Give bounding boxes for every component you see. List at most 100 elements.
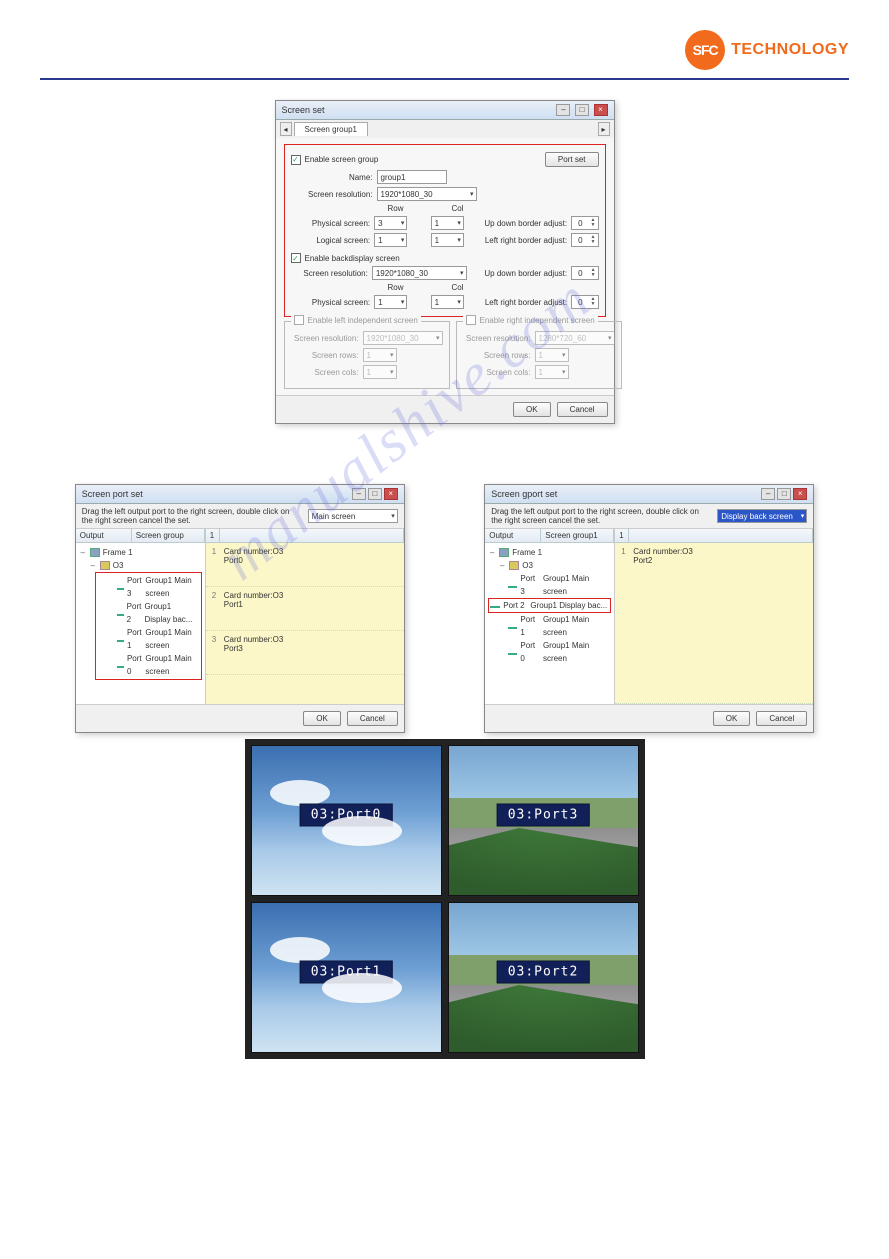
port-set-left-ok-button[interactable]: OK: [303, 711, 341, 726]
screen-set-cancel-button[interactable]: Cancel: [557, 402, 608, 417]
enable-screen-group-checkbox[interactable]: ✓: [291, 155, 301, 165]
back-ud-border-value: 0: [572, 269, 588, 278]
port-set-right-ok-button[interactable]: OK: [713, 711, 751, 726]
tree-port-node[interactable]: Port 0Group1 Main screen: [488, 639, 611, 665]
screen-resolution-select[interactable]: 1920*1080_30▾: [377, 187, 477, 201]
tab-screen-group1[interactable]: Screen group1: [294, 122, 368, 136]
tree-card-node[interactable]: –O3: [488, 559, 611, 572]
maximize-icon[interactable]: □: [368, 488, 382, 500]
right-ind-cols-label: Screen cols:: [463, 368, 535, 377]
close-icon[interactable]: ×: [594, 104, 608, 116]
slot-port: Port3: [224, 644, 243, 653]
spinner-down-icon[interactable]: ▼: [589, 302, 598, 307]
port-icon: [508, 653, 517, 655]
tree-port-node[interactable]: Port 2Group1 Display bac...: [488, 598, 611, 613]
port-set-right-screen-select[interactable]: Display back screen▾: [717, 509, 807, 523]
screen-port-set-dialog-left: Screen port set –□× Drag the left output…: [75, 484, 405, 733]
tree-frame-node[interactable]: –Frame 1: [488, 546, 611, 559]
tree-port-group: Group1 Main screen: [145, 626, 199, 652]
chevron-down-icon: ▾: [391, 512, 395, 520]
physical-col-value: 1: [435, 219, 439, 228]
name-input[interactable]: group1: [377, 170, 447, 184]
tree-port-label: Port 3: [520, 572, 540, 598]
back-physical-col-value: 1: [435, 298, 439, 307]
screen-resolution-value: 1920*1080_30: [381, 190, 433, 199]
tree-port-label: Port 2: [503, 599, 524, 612]
col-header: Col: [439, 204, 477, 213]
right-ind-res-label: Screen resolution:: [463, 334, 535, 343]
slot-port: Port2: [633, 556, 652, 565]
window-controls: – □ ×: [554, 104, 607, 116]
right-ind-rows-label: Screen rows:: [463, 351, 535, 360]
ud-border-value: 0: [572, 219, 588, 228]
spinner-down-icon[interactable]: ▼: [589, 240, 598, 245]
screen-slot[interactable]: 3Card number:O3Port3: [206, 631, 404, 675]
tree-header-group: Screen group: [132, 529, 205, 542]
logical-row-select[interactable]: 1▾: [374, 233, 407, 247]
tree-port-node[interactable]: Port 1Group1 Main screen: [488, 613, 611, 639]
lr-border-label: Left right border adjust:: [474, 236, 571, 245]
page-header: SFC TECHNOLOGY: [40, 30, 849, 80]
tree-frame-node[interactable]: –Frame 1: [79, 546, 202, 559]
logical-col-select[interactable]: 1▾: [431, 233, 464, 247]
tree-port-node[interactable]: Port 3Group1 Main screen: [97, 574, 200, 600]
back-resolution-select[interactable]: 1920*1080_30▾: [372, 266, 467, 280]
enable-right-independent-checkbox[interactable]: [466, 315, 476, 325]
back-lr-border-value: 0: [572, 298, 588, 307]
physical-row-select[interactable]: 3▾: [374, 216, 407, 230]
tree-port-node[interactable]: Port 1Group1 Main screen: [97, 626, 200, 652]
minimize-icon[interactable]: –: [352, 488, 366, 500]
right-ind-res-select: 1280*720_60▾: [535, 331, 615, 345]
chevron-down-icon: ▾: [457, 236, 461, 244]
back-lr-border-spinner[interactable]: 0▲▼: [571, 295, 598, 309]
close-icon[interactable]: ×: [793, 488, 807, 500]
physical-col-select[interactable]: 1▾: [431, 216, 464, 230]
maximize-icon[interactable]: □: [575, 104, 589, 116]
port-set-left-screen-select[interactable]: Main screen ▾: [308, 509, 398, 523]
back-physical-col-select[interactable]: 1▾: [431, 295, 464, 309]
tree-card-node[interactable]: –O3: [79, 559, 202, 572]
maximize-icon[interactable]: □: [777, 488, 791, 500]
right-ind-rows-value: 1: [539, 351, 543, 360]
port-icon: [508, 627, 517, 629]
left-ind-cols-value: 1: [367, 368, 371, 377]
right-ind-res-value: 1280*720_60: [539, 334, 587, 343]
port-icon: [117, 614, 124, 616]
lr-border-spinner[interactable]: 0▲▼: [571, 233, 598, 247]
left-ind-res-select: 1920*1080_30▾: [363, 331, 443, 345]
slot-card: Card number:O3: [224, 591, 284, 600]
minimize-icon[interactable]: –: [761, 488, 775, 500]
tree-port-group: Group1 Main screen: [543, 572, 611, 598]
port-set-button[interactable]: Port set: [545, 152, 599, 167]
enable-backdisplay-checkbox[interactable]: ✓: [291, 253, 301, 263]
frame-icon: [90, 548, 100, 557]
tab-prev-icon[interactable]: ◂: [280, 122, 292, 136]
screen-set-ok-button[interactable]: OK: [513, 402, 551, 417]
screen-slot[interactable]: 1Card number:O3Port2: [615, 543, 813, 704]
back-physical-row-select[interactable]: 1▾: [374, 295, 407, 309]
spinner-down-icon[interactable]: ▼: [589, 273, 598, 278]
port-set-right-cancel-button[interactable]: Cancel: [756, 711, 807, 726]
back-ud-border-spinner[interactable]: 0▲▼: [571, 266, 598, 280]
screen-slot[interactable]: 2Card number:O3Port1: [206, 587, 404, 631]
port-set-left-screen-value: Main screen: [312, 512, 356, 521]
port-icon: [117, 588, 124, 590]
tree-port-label: Port 0: [520, 639, 540, 665]
videowall-label-tr: 03:Port3: [497, 803, 590, 826]
enable-left-independent-checkbox[interactable]: [294, 315, 304, 325]
tree-port-node[interactable]: Port 3Group1 Main screen: [488, 572, 611, 598]
tree-port-node[interactable]: Port 2Group1 Display bac...: [97, 600, 200, 626]
chevron-down-icon: ▾: [460, 269, 464, 277]
spinner-down-icon[interactable]: ▼: [589, 223, 598, 228]
tree-port-node[interactable]: Port 0Group1 Main screen: [97, 652, 200, 678]
tab-next-icon[interactable]: ▸: [598, 122, 610, 136]
close-icon[interactable]: ×: [384, 488, 398, 500]
chevron-down-icon: ▾: [457, 298, 461, 306]
minimize-icon[interactable]: –: [556, 104, 570, 116]
left-ind-res-label: Screen resolution:: [291, 334, 363, 343]
tree-port-group: Group1 Display bac...: [144, 600, 199, 626]
lr-border-value: 0: [572, 236, 588, 245]
screen-slot[interactable]: 1Card number:O3Port0: [206, 543, 404, 587]
port-set-left-cancel-button[interactable]: Cancel: [347, 711, 398, 726]
ud-border-spinner[interactable]: 0▲▼: [571, 216, 598, 230]
